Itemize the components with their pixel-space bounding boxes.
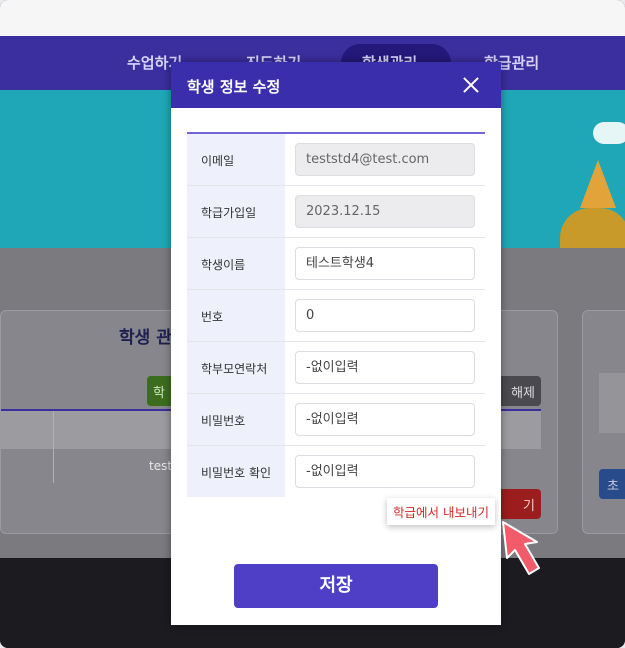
- password-confirm-input[interactable]: -없이입력: [295, 455, 475, 488]
- field-label-cell: 학급가입일: [187, 186, 285, 237]
- close-icon[interactable]: [461, 75, 481, 95]
- cloud-illustration: [593, 122, 625, 144]
- export-from-class-link[interactable]: 학급에서 내보내기: [387, 498, 495, 525]
- form-row-parent-phone: 학부모연락처 -없이입력: [187, 342, 485, 394]
- field-label-cell: 비밀번호 확인: [187, 446, 285, 497]
- form-row-number: 번호 0: [187, 290, 485, 342]
- student-number-input[interactable]: 0: [295, 299, 475, 332]
- form-row-password-confirm: 비밀번호 확인 -없이입력: [187, 446, 485, 497]
- blue-button[interactable]: 초: [599, 469, 625, 499]
- field-label-cell: 번호: [187, 290, 285, 341]
- field-label-cell: 이메일: [187, 134, 285, 185]
- field-label-cell: 비밀번호: [187, 394, 285, 445]
- form-row-email: 이메일 teststd4@test.com: [187, 134, 485, 186]
- card-title: 학생 관: [119, 328, 172, 348]
- top-bar: [0, 0, 625, 36]
- number-label: 번호: [201, 310, 224, 324]
- student-name-input[interactable]: 테스트학생4: [295, 247, 475, 280]
- join-date-field: 2023.12.15: [295, 195, 475, 228]
- bush-illustration: [560, 208, 625, 248]
- field-label-cell: 학부모연락처: [187, 342, 285, 393]
- student-form: 이메일 teststd4@test.com 학급가입일 2023.12.15 학…: [187, 132, 485, 497]
- form-row-name: 학생이름 테스트학생4: [187, 238, 485, 290]
- name-label: 학생이름: [201, 258, 246, 272]
- join-date-label: 학급가입일: [201, 206, 257, 220]
- table-cell: test: [149, 459, 173, 473]
- form-row-join-date: 학급가입일 2023.12.15: [187, 186, 485, 238]
- modal-header: 학생 정보 수정: [171, 62, 501, 108]
- password-label: 비밀번호: [201, 414, 246, 428]
- right-card-panel: [599, 373, 625, 433]
- password-input[interactable]: -없이입력: [295, 403, 475, 436]
- password-confirm-label: 비밀번호 확인: [201, 466, 272, 480]
- email-field: teststd4@test.com: [295, 143, 475, 176]
- edit-student-modal: 학생 정보 수정 이메일 teststd4@test.com 학급가입일 202…: [171, 62, 540, 625]
- field-label-cell: 학생이름: [187, 238, 285, 289]
- parent-phone-label: 학부모연락처: [201, 362, 268, 376]
- parent-phone-input[interactable]: -없이입력: [295, 351, 475, 384]
- right-card: 초: [582, 310, 625, 534]
- email-label: 이메일: [201, 154, 235, 168]
- save-button[interactable]: 저장: [234, 564, 438, 608]
- tree-illustration: [580, 160, 616, 208]
- table-divider: [53, 411, 54, 483]
- form-row-password: 비밀번호 -없이입력: [187, 394, 485, 446]
- modal-title: 학생 정보 수정: [187, 78, 281, 96]
- cursor-pointer-icon: [502, 521, 540, 575]
